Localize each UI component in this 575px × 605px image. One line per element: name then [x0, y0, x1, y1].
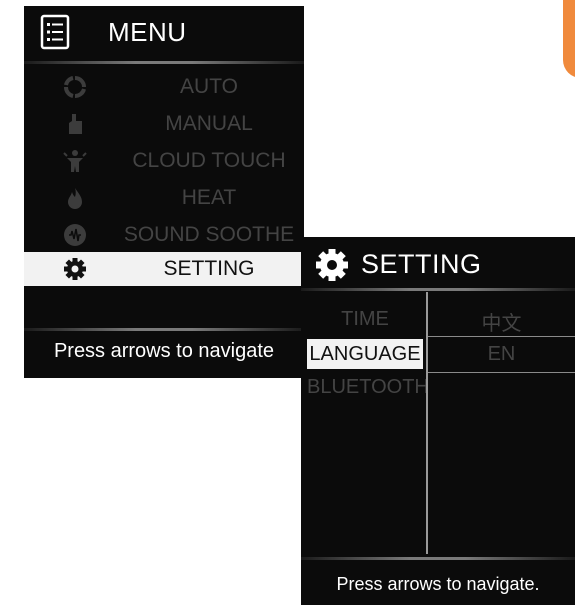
menu-item-label: MANUAL — [165, 112, 253, 135]
setting-title: SETTING — [361, 249, 482, 279]
setting-footer-hint: Press arrows to navigate. — [336, 574, 540, 594]
gear-icon — [316, 249, 348, 281]
menu-header: MENU — [24, 6, 304, 58]
menu-item-setting[interactable]: SETTING — [24, 252, 304, 286]
setting-option-label: TIME — [341, 308, 389, 330]
language-value-chinese[interactable]: 中文 — [428, 301, 575, 336]
setting-option-label: BLUETOOTH — [307, 376, 429, 398]
menu-item-label: SOUND SOOTHE — [123, 223, 295, 246]
setting-option-bluetooth[interactable]: BLUETOOTH — [307, 372, 429, 402]
menu-item-sound-soothe[interactable]: SOUND SOOTHE — [24, 218, 304, 252]
menu-item-heat[interactable]: HEAT — [24, 181, 304, 215]
body-touch-icon — [63, 150, 87, 172]
flame-icon — [68, 188, 82, 209]
menu-item-label: CLOUD TOUCH — [132, 149, 286, 172]
thumbs-up-hand-icon — [69, 114, 82, 134]
menu-title: MENU — [108, 17, 187, 47]
orange-accent-shape — [563, 0, 575, 78]
sound-wave-icon — [64, 224, 86, 246]
menu-item-label: HEAT — [181, 186, 237, 209]
setting-option-language[interactable]: LANGUAGE — [307, 339, 423, 369]
list-menu-icon — [40, 14, 70, 50]
menu-item-cloud-touch[interactable]: CLOUD TOUCH — [24, 144, 304, 178]
language-value-english[interactable]: EN — [428, 337, 575, 372]
menu-item-manual[interactable]: MANUAL — [24, 107, 304, 141]
setting-option-time[interactable]: TIME — [307, 304, 423, 334]
setting-panel: SETTING TIME LANGUAGE BLUETOOTH 中文 EN Pr… — [301, 237, 575, 605]
value-divider — [428, 372, 575, 373]
footer-divider — [24, 328, 304, 331]
language-value-label: 中文 — [481, 313, 522, 335]
setting-header-divider — [301, 288, 575, 291]
setting-option-label: LANGUAGE — [309, 343, 421, 365]
menu-item-label: AUTO — [180, 75, 238, 98]
header-divider — [24, 61, 304, 64]
menu-item-label: SETTING — [163, 257, 255, 280]
menu-panel: MENU AUTO MANUAL CLOUD TOUCH HEAT SOUND … — [24, 6, 304, 378]
menu-item-auto[interactable]: AUTO — [24, 70, 304, 104]
language-value-label: EN — [487, 343, 516, 365]
menu-footer-hint: Press arrows to navigate — [53, 340, 275, 362]
setting-footer-divider — [301, 557, 575, 560]
refresh-cycle-icon — [64, 76, 86, 98]
gear-icon — [64, 258, 86, 280]
